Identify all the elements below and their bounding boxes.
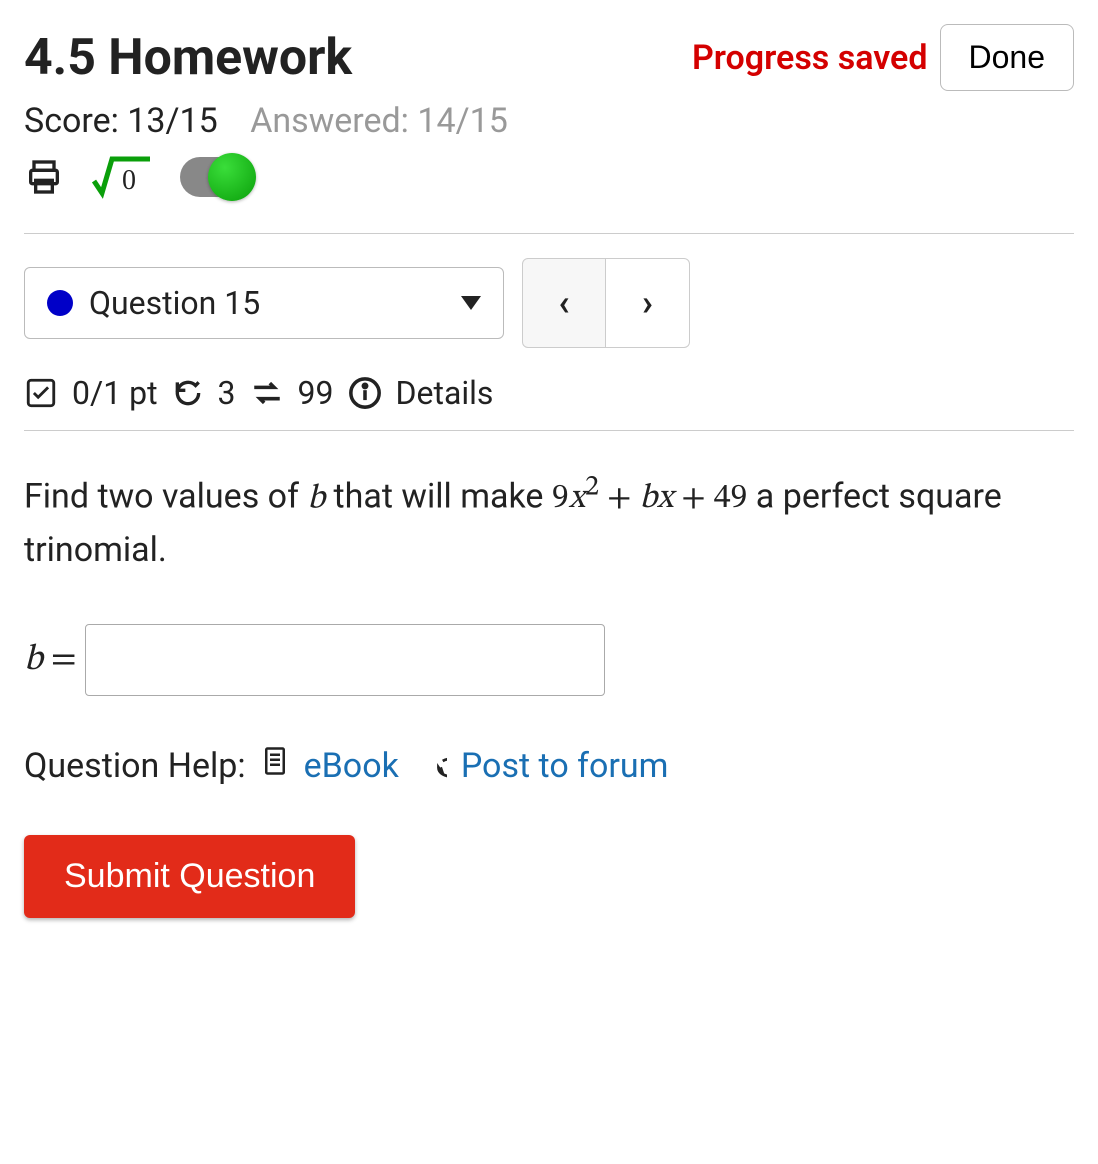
cycle-icon — [250, 376, 284, 410]
points-label: 0/1 pt — [72, 374, 158, 412]
sqrt-zero-icon: 0 — [92, 155, 152, 199]
print-icon[interactable] — [24, 157, 64, 197]
retry-icon — [172, 377, 204, 409]
svg-text:0: 0 — [122, 165, 136, 196]
done-button[interactable]: Done — [940, 24, 1075, 91]
checkbox-icon — [24, 376, 58, 410]
divider — [24, 430, 1074, 431]
info-icon — [348, 376, 382, 410]
page-title: 4.5 Homework — [24, 29, 352, 87]
divider — [24, 233, 1074, 234]
question-selector-label: Question 15 — [89, 284, 260, 322]
submit-question-button[interactable]: Submit Question — [24, 835, 355, 918]
ebook-icon — [260, 744, 290, 787]
status-dot-icon — [47, 290, 73, 316]
chevron-down-icon — [461, 296, 481, 310]
post-to-forum-link[interactable]: Post to forum — [461, 746, 669, 786]
answer-equals: = — [51, 638, 77, 683]
details-link[interactable]: Details — [396, 374, 494, 412]
chevron-right-icon: › — [642, 282, 653, 324]
prompt-text: that will make — [325, 476, 552, 516]
toggle-knob — [208, 153, 256, 201]
retries-label: 3 — [218, 374, 236, 412]
question-help-label: Question Help: — [24, 746, 246, 786]
comment-icon — [413, 744, 447, 787]
attempts-label: 99 — [298, 374, 334, 412]
next-question-button[interactable]: › — [606, 258, 690, 348]
math-input-toggle[interactable] — [180, 157, 254, 197]
chevron-left-icon: ‹ — [558, 282, 569, 324]
math-var: b — [307, 482, 325, 516]
ebook-link[interactable]: eBook — [304, 746, 399, 786]
prompt-text: Find two values of — [24, 476, 307, 516]
progress-saved-label: Progress saved — [692, 38, 928, 78]
answer-input[interactable] — [85, 624, 605, 696]
question-prompt: Find two values of b that will make 9x2 … — [24, 467, 1074, 576]
score-label: Score: 13/15 — [24, 101, 218, 141]
answer-var-label: b — [24, 638, 43, 683]
answered-label: Answered: 14/15 — [250, 101, 508, 141]
math-expression: 9x2 + bx + 49 — [552, 482, 748, 516]
question-selector-dropdown[interactable]: Question 15 — [24, 267, 504, 339]
prev-question-button[interactable]: ‹ — [522, 258, 606, 348]
